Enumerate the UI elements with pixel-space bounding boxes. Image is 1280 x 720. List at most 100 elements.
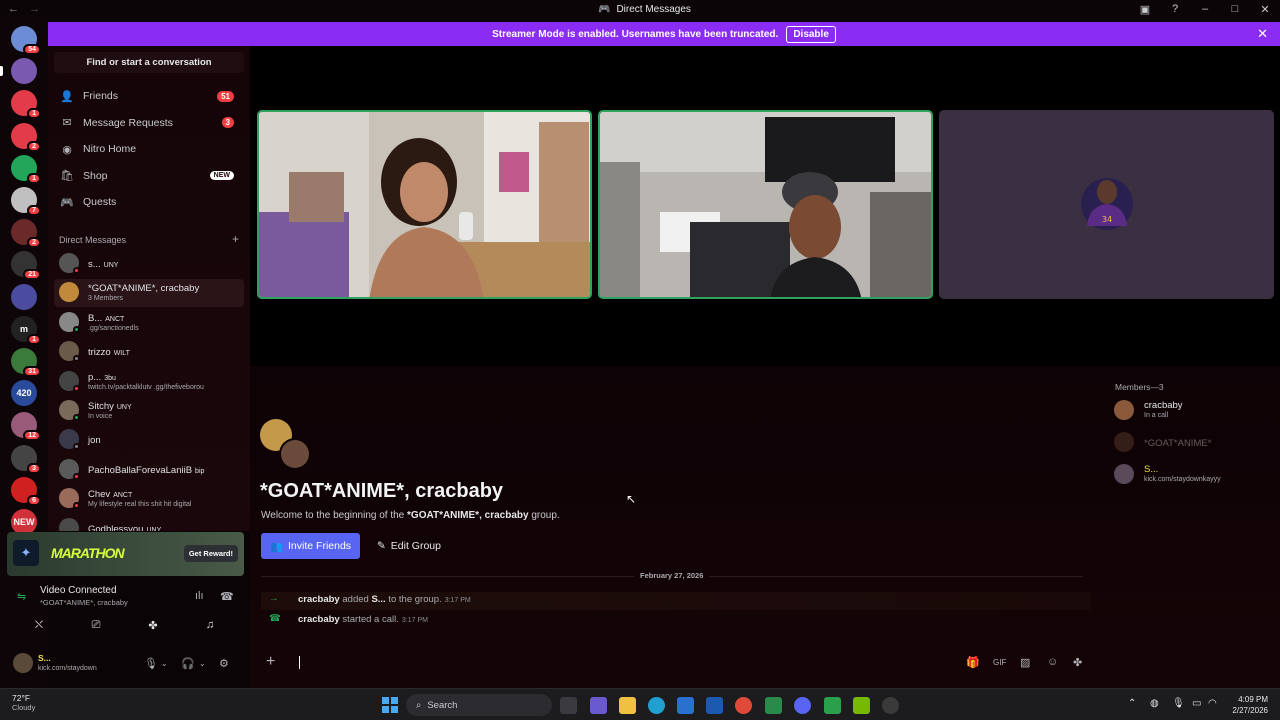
video-tile-1[interactable]	[257, 110, 592, 299]
mic-options-icon[interactable]: ⌄	[161, 659, 168, 668]
video-tile-2[interactable]	[598, 110, 933, 299]
soundboard-button[interactable]: ♫	[185, 616, 235, 634]
upload-plus-icon[interactable]: +	[266, 653, 275, 671]
activities-button[interactable]: ✤	[128, 616, 178, 634]
message-author[interactable]: cracbaby	[298, 614, 340, 625]
server-icon[interactable]: 7	[11, 187, 41, 216]
server-icon[interactable]: 3	[11, 444, 41, 474]
inbox-icon[interactable]: ▣	[1138, 3, 1152, 16]
store-icon[interactable]	[677, 697, 694, 714]
dm-item[interactable]: jon	[54, 426, 244, 454]
server-icon[interactable]: 1	[11, 154, 41, 184]
task-view-icon[interactable]	[560, 697, 577, 714]
video-tile-3[interactable]: 34	[939, 110, 1274, 299]
edge-icon[interactable]	[648, 697, 665, 714]
audio-options-icon[interactable]: ⌄	[199, 659, 206, 668]
screen-share-button[interactable]: ⎚	[71, 616, 121, 634]
emoji-icon[interactable]: ☺	[1047, 656, 1058, 668]
microphone-icon[interactable]: 🎙	[144, 657, 158, 670]
app-icon[interactable]	[765, 697, 782, 714]
outlook-icon[interactable]	[706, 697, 723, 714]
nav-friends[interactable]: 👤 Friends 51	[54, 84, 244, 108]
chrome-icon[interactable]	[735, 697, 752, 714]
xbox-icon[interactable]	[824, 697, 841, 714]
minimize-icon[interactable]: –	[1198, 3, 1212, 16]
server-icon[interactable]: 1	[11, 90, 41, 120]
windows-start-icon[interactable]	[382, 697, 398, 713]
server-icon[interactable]: m1	[11, 315, 41, 345]
member-item[interactable]: cracbaby In a call	[1114, 398, 1274, 424]
camera-off-button[interactable]: ⛌	[14, 616, 64, 634]
dm-item[interactable]: p... 3bu twitch.tv/packtalklutv .gg/thefiv…	[54, 368, 244, 396]
dm-item[interactable]: s... UNY	[54, 250, 244, 278]
nav-arrows: ← →	[8, 3, 40, 15]
user-avatar[interactable]	[13, 653, 33, 673]
forward-icon[interactable]: →	[29, 3, 40, 15]
taskbar-clock[interactable]: 4:09 PM 2/27/2026	[1222, 694, 1268, 716]
server-label: NEW	[13, 517, 35, 527]
member-item[interactable]: *GOAT*ANIME*	[1114, 430, 1274, 456]
gif-icon[interactable]: GIF	[993, 658, 1006, 667]
nav-shop[interactable]: 🛍 Shop NEW	[54, 164, 244, 188]
dm-item[interactable]: Chev ANCT My lifestyle real this shit hit …	[54, 485, 244, 513]
gift-icon[interactable]: 🎁	[966, 656, 980, 669]
dm-item[interactable]: B... ANCT .gg/sanctionedls	[54, 309, 244, 337]
dm-name-text: Chev	[88, 489, 111, 501]
message-composer[interactable]: + 🎁 GIF ▨ ☺ ✤	[258, 648, 1100, 678]
member-item[interactable]: S... kick.com/staydownkayyy	[1114, 462, 1274, 488]
weather-widget[interactable]: 72°F Cloudy	[12, 693, 35, 712]
wifi-icon[interactable]: ◠	[1208, 698, 1217, 709]
tray-overflow-icon[interactable]: ⌃	[1128, 698, 1136, 709]
dm-item[interactable]: Godblessyou UNY	[54, 515, 244, 531]
headphones-icon[interactable]: 🎧	[181, 657, 195, 670]
nav-nitro-home[interactable]: ◉ Nitro Home	[54, 137, 244, 161]
app-icon[interactable]	[882, 697, 899, 714]
nvidia-icon[interactable]	[853, 697, 870, 714]
nav-message-requests[interactable]: ✉ Message Requests 3	[54, 111, 244, 135]
get-reward-button[interactable]: Get Reward!	[183, 545, 238, 562]
noise-suppression-icon[interactable]: ılı	[195, 590, 204, 602]
window-title-text: Direct Messages	[616, 4, 691, 15]
tray-mic-icon[interactable]: 🎙	[1172, 698, 1185, 709]
server-tag: bip	[195, 467, 205, 475]
server-icon[interactable]: 2	[11, 122, 41, 152]
tray-app-icon[interactable]: ◍	[1150, 698, 1159, 709]
dm-item[interactable]: PachoBallaForevaLaniiB bip	[54, 456, 244, 484]
server-icon[interactable]	[0, 58, 37, 85]
server-icon[interactable]: 21	[11, 251, 41, 281]
back-icon[interactable]: ←	[8, 3, 19, 15]
disable-streamer-button[interactable]: Disable	[786, 25, 836, 43]
dm-item[interactable]: trizzo WILT	[54, 338, 244, 366]
close-window-icon[interactable]: ✕	[1258, 3, 1272, 16]
discord-taskbar-icon[interactable]	[794, 697, 811, 714]
copilot-icon[interactable]	[590, 697, 607, 714]
signal-icon[interactable]: ⇋	[17, 590, 26, 603]
server-icon[interactable]: 2	[11, 219, 41, 249]
sticker-icon[interactable]: ▨	[1020, 656, 1030, 669]
dm-item[interactable]: *GOAT*ANIME*, cracbaby 3 Members	[54, 279, 244, 308]
file-explorer-icon[interactable]	[619, 697, 636, 714]
tray-display-icon[interactable]: ▭	[1192, 698, 1201, 709]
apps-icon[interactable]: ✤	[1073, 656, 1082, 669]
server-icon[interactable]: 31	[11, 348, 41, 377]
find-conversation-button[interactable]: Find or start a conversation	[54, 52, 244, 73]
banner-close-icon[interactable]: ✕	[1257, 26, 1268, 42]
create-dm-icon[interactable]: +	[232, 232, 239, 246]
server-icon[interactable]: 420	[11, 380, 37, 407]
taskbar-search[interactable]: ⌕ Search	[406, 694, 552, 716]
settings-gear-icon[interactable]: ⚙	[219, 657, 229, 670]
dm-item[interactable]: Sitchy UNY In voice	[54, 397, 244, 425]
server-icon[interactable]: 6	[11, 476, 41, 506]
disconnect-icon[interactable]: ☎	[220, 590, 234, 603]
message-target[interactable]: S...	[371, 594, 385, 605]
server-icon[interactable]: 12	[11, 412, 41, 442]
server-icon[interactable]: 54	[11, 26, 41, 55]
server-icon[interactable]	[11, 283, 37, 310]
edit-group-button[interactable]: ✎ Edit Group	[368, 533, 450, 559]
invite-friends-button[interactable]: 👥 Invite Friends	[261, 533, 360, 559]
nav-quests[interactable]: 🎮 Quests	[54, 190, 244, 214]
message-author[interactable]: cracbaby	[298, 594, 340, 605]
help-icon[interactable]: ?	[1168, 3, 1182, 16]
maximize-icon[interactable]: □	[1228, 3, 1242, 16]
voice-channel[interactable]: *GOAT*ANIME*, cracbaby	[40, 598, 128, 607]
